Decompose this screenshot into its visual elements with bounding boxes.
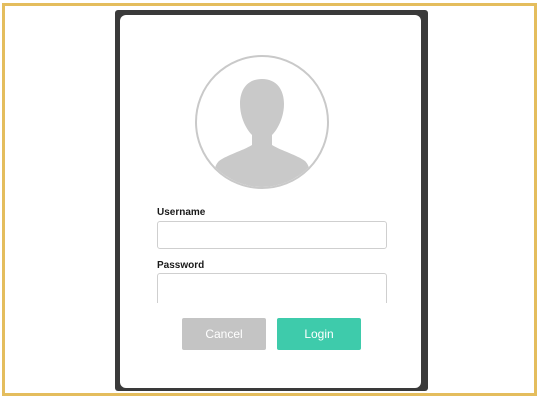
username-label: Username	[157, 207, 206, 218]
login-button[interactable]: Login	[277, 318, 361, 350]
password-input[interactable]	[157, 273, 387, 303]
cancel-button[interactable]: Cancel	[182, 318, 266, 350]
password-field-container	[157, 273, 387, 303]
username-input[interactable]	[157, 221, 387, 249]
password-label: Password	[157, 260, 205, 271]
avatar	[195, 55, 329, 189]
login-dialog: Username Password Cancel Login	[120, 15, 421, 388]
user-silhouette-icon	[213, 79, 311, 187]
